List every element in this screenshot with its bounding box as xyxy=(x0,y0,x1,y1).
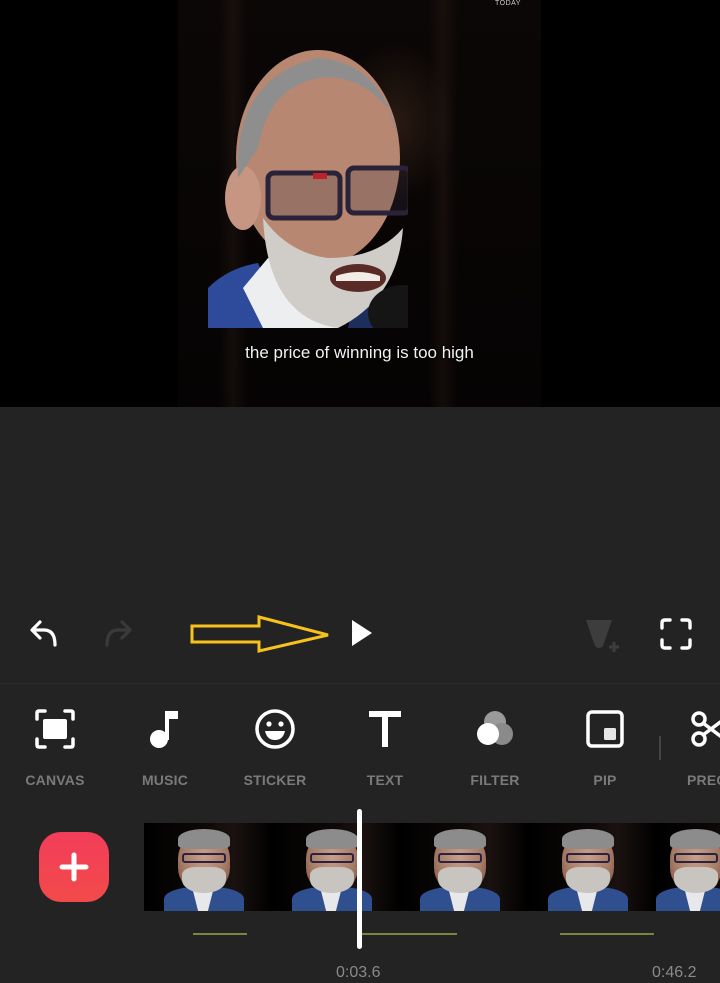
filter-icon xyxy=(477,711,513,745)
canvas-icon xyxy=(35,709,75,749)
current-time: 0:03.6 xyxy=(336,964,381,981)
tool-label: TEXT xyxy=(366,772,404,788)
scissors-icon xyxy=(691,711,720,747)
undo-icon xyxy=(30,620,57,647)
video-watermark: TODAY xyxy=(495,0,521,7)
fullscreen-button[interactable] xyxy=(652,614,700,654)
subtitle-caption: the price of winning is too high xyxy=(245,343,474,362)
tool-label: FILTER xyxy=(470,772,520,788)
add-keyframe-icon xyxy=(586,620,619,652)
tool-label: PIP xyxy=(593,772,617,788)
clip-thumbnail xyxy=(528,823,656,911)
play-button[interactable] xyxy=(342,614,382,652)
tool-filter[interactable]: FILTER xyxy=(440,684,550,798)
tool-label: MUSIC xyxy=(141,772,189,788)
play-icon xyxy=(352,620,372,646)
smiley-icon xyxy=(255,709,295,749)
annotation-arrow-icon xyxy=(190,615,329,653)
clip-thumbnail xyxy=(400,823,528,911)
tool-sticker[interactable]: STICKER xyxy=(220,684,330,798)
playhead[interactable] xyxy=(357,809,362,949)
add-keyframe-button[interactable] xyxy=(578,612,624,656)
fullscreen-icon xyxy=(660,618,692,650)
tool-precut[interactable]: PREC xyxy=(665,684,720,798)
music-note-icon xyxy=(150,711,178,748)
editing-toolbar: CANVAS MUSIC STICKER TEXT FILTER PIP PRE xyxy=(0,683,720,798)
tool-canvas[interactable]: CANVAS xyxy=(0,684,110,798)
undo-button[interactable] xyxy=(24,616,64,650)
redo-icon xyxy=(105,620,132,647)
redo-button[interactable] xyxy=(98,616,138,650)
tool-label: PREC xyxy=(687,772,720,788)
tool-pip[interactable]: PIP xyxy=(550,684,660,798)
clip-thumbnail xyxy=(272,823,400,911)
video-clip-strip[interactable] xyxy=(144,823,720,911)
total-duration: 0:46.2 xyxy=(652,964,697,981)
plus-icon xyxy=(59,852,89,882)
audio-segment[interactable] xyxy=(362,933,457,935)
tool-label: STICKER xyxy=(243,772,307,788)
audio-segment[interactable] xyxy=(193,933,247,935)
clip-thumbnail xyxy=(144,823,272,911)
timeline: 0:03.6 0:46.2 xyxy=(0,800,720,983)
clip-thumbnail xyxy=(656,823,720,911)
toolbar-divider xyxy=(659,736,661,760)
tool-music[interactable]: MUSIC xyxy=(110,684,220,798)
tool-text[interactable]: TEXT xyxy=(330,684,440,798)
speaker-figure xyxy=(208,50,408,328)
audio-segment[interactable] xyxy=(560,933,654,935)
add-clip-button[interactable] xyxy=(39,832,109,902)
pip-icon xyxy=(586,710,624,748)
video-preview[interactable]: TODAY the price of winning is too high xyxy=(0,0,720,407)
tool-label: CANVAS xyxy=(25,772,85,788)
playback-controls xyxy=(0,610,720,656)
text-icon xyxy=(369,711,401,747)
